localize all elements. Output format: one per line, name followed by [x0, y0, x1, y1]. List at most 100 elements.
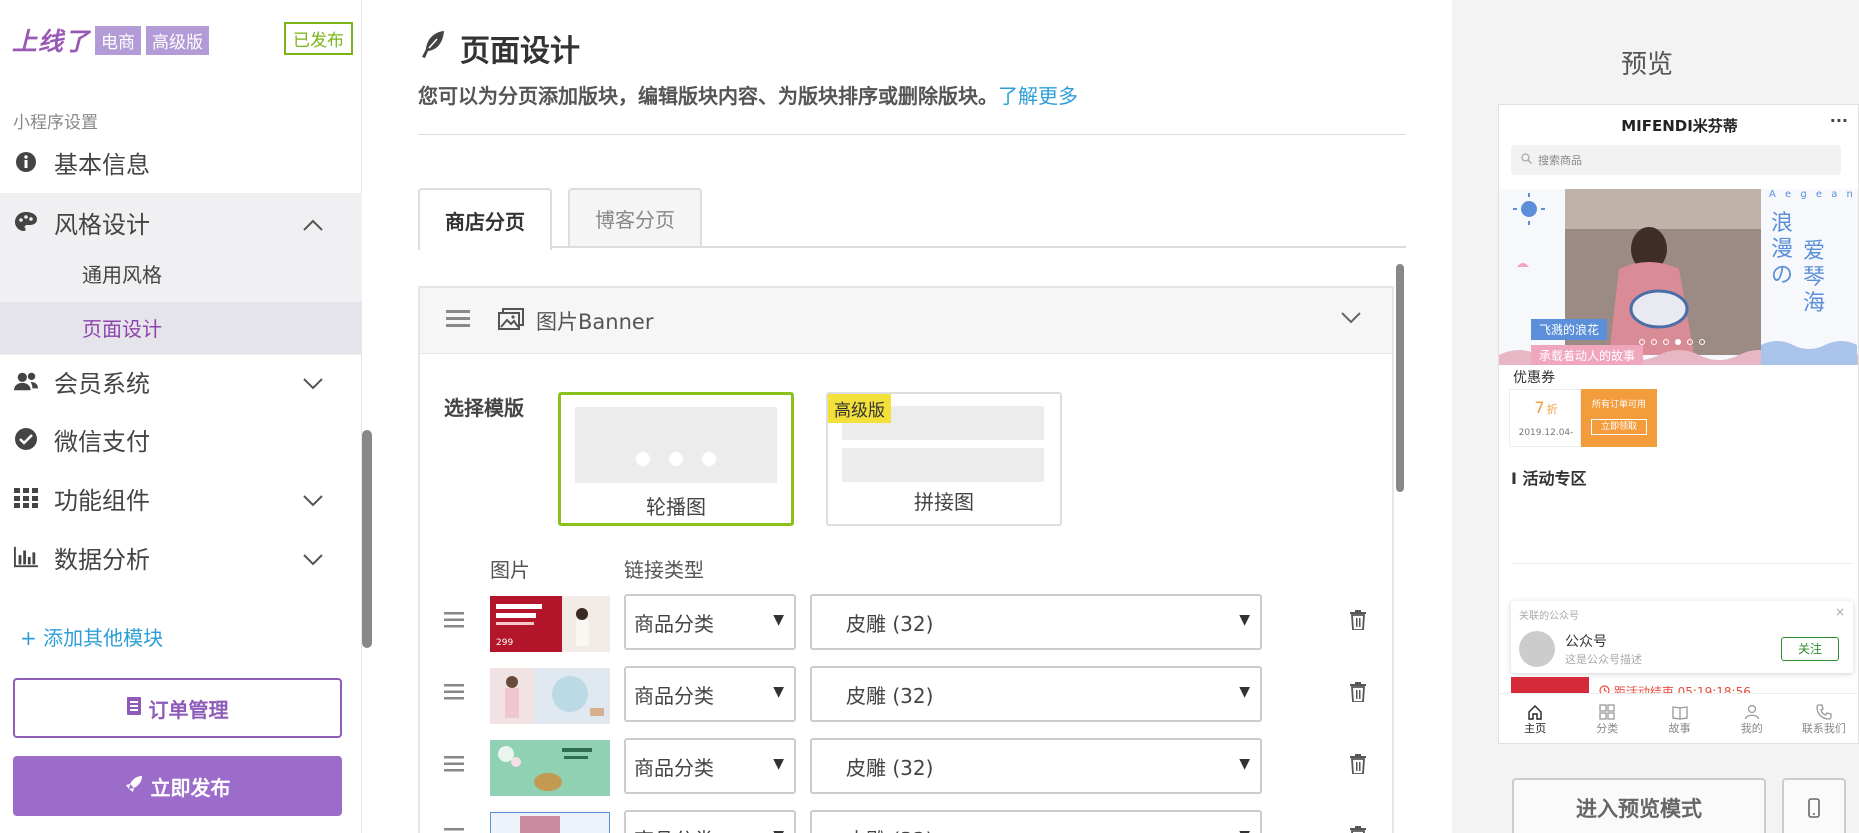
phone-tab-profile[interactable]: 我的 — [1716, 694, 1788, 743]
sidebar-item-analytics[interactable]: 数据分析 — [0, 531, 362, 583]
sidebar-subitem-general-style[interactable]: 通用风格 — [82, 259, 162, 288]
chevron-down-icon — [302, 486, 324, 514]
divider — [1511, 563, 1853, 564]
feather-icon — [420, 29, 446, 67]
phone-banner: A e g e a n 浪漫の 爱琴海 飞溅的浪花 承载着动人的故事 — [1499, 189, 1858, 365]
main-content: 页面设计 您可以为分页添加版块，编辑版块内容、为版块排序或删除版块。了解更多 商… — [372, 0, 1452, 833]
category-icon — [1599, 703, 1615, 720]
close-icon[interactable]: × — [1835, 605, 1845, 619]
banner-row: 299 商品分类 ▼ 皮雕 (32) ▼ — [420, 594, 1392, 654]
phone-icon — [1816, 703, 1832, 720]
choose-template-label: 选择模版 — [444, 396, 524, 420]
link-target-select[interactable]: 皮雕 (32) ▼ — [810, 810, 1262, 833]
sidebar-item-basic-info[interactable]: 基本信息 — [0, 136, 362, 188]
trash-icon[interactable] — [1350, 754, 1366, 778]
mobile-phone-icon — [1808, 798, 1820, 818]
plan-tag-ecommerce: 电商 — [95, 25, 142, 55]
link-type-select[interactable]: 商品分类 ▼ — [624, 594, 796, 650]
phone-tab-home[interactable]: 主页 — [1499, 694, 1571, 743]
phone-tab-category[interactable]: 分类 — [1571, 694, 1643, 743]
banner-thumbnail[interactable]: 299 — [490, 596, 610, 652]
link-target-select[interactable]: 皮雕 (32) ▼ — [810, 666, 1262, 722]
coupon-date: 2019.12.04- — [1518, 428, 1574, 438]
sidebar-item-label: 微信支付 — [54, 427, 150, 456]
drag-handle-icon[interactable] — [444, 756, 464, 776]
coupon-claim-button[interactable]: 立即领取 — [1591, 419, 1647, 435]
sidebar-scrollbar[interactable] — [362, 430, 372, 648]
drag-handle-icon[interactable] — [444, 828, 464, 833]
trash-icon[interactable] — [1350, 826, 1366, 833]
list-icon — [126, 696, 141, 720]
banner-thumbnail[interactable] — [490, 740, 610, 796]
preview-title: 预览 — [1620, 50, 1673, 80]
order-management-button[interactable]: 订单管理 — [13, 678, 342, 738]
link-type-select[interactable]: 商品分类 ▼ — [624, 810, 796, 833]
info-icon — [14, 150, 38, 174]
coupon-card[interactable]: 7折 2019.12.04- 所有订单可用 立即领取 — [1509, 389, 1657, 447]
carousel-dot — [1687, 339, 1693, 345]
users-icon — [14, 369, 38, 393]
activity-section-title: I 活动专区 — [1511, 469, 1587, 488]
phone-search-bar: 搜索商品 — [1511, 145, 1841, 175]
dropdown-arrow-icon: ▼ — [773, 756, 784, 772]
phone-tab-label: 分类 — [1596, 721, 1619, 735]
main-scrollbar[interactable] — [1396, 264, 1404, 492]
drag-handle-icon[interactable] — [444, 684, 464, 704]
tab-blog-page[interactable]: 博客分页 — [568, 188, 702, 246]
sidebar: 上线了 电商 高级版 已发布 小程序设置 基本信息 风格设计 通用风格 页面设计 — [0, 0, 362, 833]
coupon-discount-unit: 折 — [1546, 403, 1558, 416]
sidebar-item-label: 数据分析 — [54, 545, 150, 574]
banner-thumbnail[interactable] — [490, 812, 610, 833]
carousel-dot-active — [1675, 339, 1681, 345]
banner-block-title: 图片Banner — [536, 309, 654, 334]
user-icon — [1744, 704, 1759, 719]
template-carousel[interactable]: 轮播图 — [558, 392, 794, 526]
dropdown-arrow-icon: ▼ — [1239, 756, 1250, 772]
sidebar-subitem-page-design[interactable]: 页面设计 — [82, 313, 162, 342]
wechat-pay-icon — [14, 427, 38, 451]
mobile-preview-button[interactable] — [1782, 778, 1846, 833]
link-type-select[interactable]: 商品分类 ▼ — [624, 738, 796, 794]
published-status-badge: 已发布 — [284, 22, 353, 55]
brand-logo: 上线了 — [12, 27, 91, 56]
link-target-value: 皮雕 (32) — [846, 683, 934, 708]
dropdown-arrow-icon: ▼ — [1239, 828, 1250, 833]
sidebar-item-style-design[interactable]: 风格设计 — [0, 196, 362, 248]
banner-block-header[interactable]: 图片Banner — [420, 288, 1392, 354]
add-module-link[interactable]: + 添加其他模块 — [20, 622, 163, 651]
banner-thumbnail[interactable] — [490, 668, 610, 724]
chevron-down-icon[interactable] — [1340, 310, 1362, 329]
carousel-preview-graphic — [575, 407, 777, 483]
coupon-discount-value: 7 — [1534, 398, 1545, 417]
sidebar-item-label: 功能组件 — [54, 486, 150, 515]
phone-tab-label: 故事 — [1668, 721, 1691, 735]
sidebar-item-membership[interactable]: 会员系统 — [0, 355, 362, 407]
dropdown-arrow-icon: ▼ — [1239, 684, 1250, 700]
book-icon — [1671, 705, 1688, 720]
sidebar-item-wechat-pay[interactable]: 微信支付 — [0, 413, 362, 465]
dropdown-arrow-icon: ▼ — [773, 612, 784, 628]
trash-icon[interactable] — [1350, 610, 1366, 634]
tab-store-page[interactable]: 商店分页 — [418, 188, 552, 250]
sidebar-item-components[interactable]: 功能组件 — [0, 472, 362, 524]
enter-preview-mode-button[interactable]: 进入预览模式 — [1512, 778, 1766, 833]
bar-chart-icon — [14, 545, 38, 569]
link-type-select[interactable]: 商品分类 ▼ — [624, 666, 796, 722]
template-collage[interactable]: 高级版 拼接图 — [826, 392, 1062, 526]
learn-more-link[interactable]: 了解更多 — [998, 84, 1078, 108]
trash-icon[interactable] — [1350, 682, 1366, 706]
link-target-select[interactable]: 皮雕 (32) ▼ — [810, 738, 1262, 794]
drag-handle-icon[interactable] — [446, 309, 470, 332]
page-description-text: 您可以为分页添加版块，编辑版块内容、为版块排序或删除版块。 — [418, 84, 998, 108]
phone-tab-story[interactable]: 故事 — [1643, 694, 1715, 743]
phone-tab-contact[interactable]: 联系我们 — [1788, 694, 1858, 743]
phone-tab-label: 主页 — [1524, 721, 1547, 735]
active-subitem-bg — [0, 302, 362, 354]
publish-now-button[interactable]: 立即发布 — [13, 756, 342, 816]
drag-handle-icon[interactable] — [444, 612, 464, 632]
link-target-select[interactable]: 皮雕 (32) ▼ — [810, 594, 1262, 650]
link-type-value: 商品分类 — [634, 824, 714, 833]
follow-button[interactable]: 关注 — [1781, 637, 1839, 661]
publish-now-label: 立即发布 — [150, 775, 231, 800]
phone-tab-label: 我的 — [1740, 721, 1763, 735]
